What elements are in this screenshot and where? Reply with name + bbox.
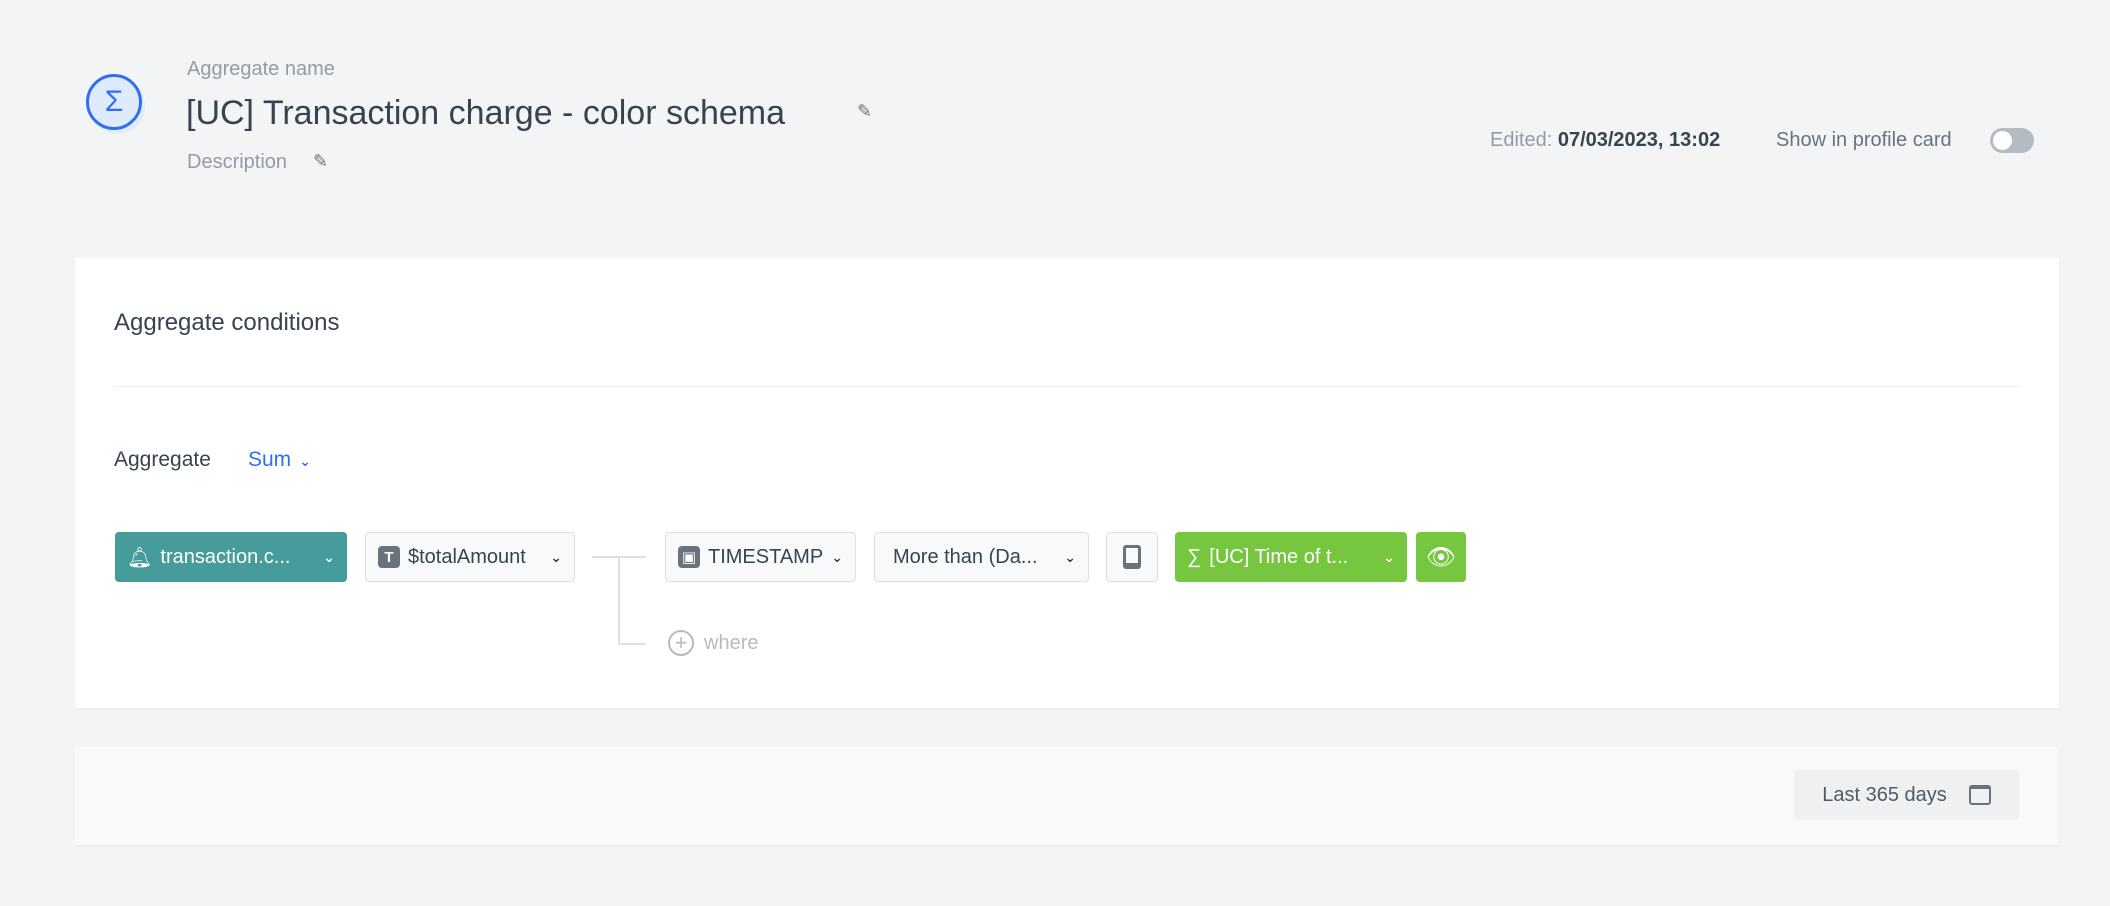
edited-label: Edited: [1490, 129, 1553, 151]
calendar-icon [1968, 785, 1991, 805]
chevron-down-icon: ⌄ [550, 548, 562, 565]
eye-icon: 👁︎ [1425, 543, 1457, 571]
show-in-profile-toggle[interactable] [1990, 128, 2034, 153]
bell-icon: 🔔︎ [127, 546, 153, 569]
date-range-button[interactable]: Last 365 days [1794, 770, 2019, 820]
value-select[interactable]: ∑ [UC] Time of t... ⌄ [1175, 532, 1407, 582]
aggregate-select[interactable]: Sum ⌄ [248, 448, 311, 474]
edit-description-icon[interactable]: ✎ [313, 151, 328, 172]
connector-line [618, 643, 646, 645]
value-type-button[interactable] [1106, 532, 1158, 582]
aggregate-conditions-card [75, 258, 2059, 708]
edited-value: 07/03/2023, 13:02 [1557, 129, 1721, 151]
device-icon [1123, 545, 1141, 569]
edit-title-icon[interactable]: ✎ [857, 101, 872, 122]
event-select[interactable]: 🔔︎ transaction.c... ⌄ [115, 532, 347, 582]
preview-card [75, 747, 2059, 845]
date-range-value: Last 365 days [1822, 783, 1947, 806]
filter-param-value: TIMESTAMP [708, 545, 824, 568]
aggregate-value: Sum [248, 448, 292, 471]
sigma-icon: ∑ [1187, 545, 1202, 568]
connector-line [618, 556, 620, 644]
aggregate-label: Aggregate [114, 448, 211, 471]
where-label: where [704, 631, 759, 654]
add-where-button[interactable]: + where [668, 630, 758, 656]
calendar-type-icon: ▣ [678, 546, 700, 568]
divider [114, 386, 2020, 387]
event-value: transaction.c... [160, 545, 291, 568]
sigma-icon: Σ [86, 74, 142, 130]
chevron-down-icon: ⌄ [323, 548, 335, 565]
page-title: [UC] Transaction charge - color schema [186, 94, 786, 132]
chevron-down-icon: ⌄ [1064, 548, 1076, 565]
section-title: Aggregate conditions [114, 309, 340, 336]
plus-circle-icon: + [668, 630, 694, 656]
parameter-value: $totalAmount [408, 545, 526, 568]
text-type-icon: T [378, 546, 400, 568]
value-value: [UC] Time of t... [1209, 545, 1349, 568]
preview-button[interactable]: 👁︎ [1416, 532, 1466, 582]
aggregate-name-label: Aggregate name [187, 58, 335, 80]
chevron-down-icon: ⌄ [299, 453, 311, 469]
operator-select[interactable]: More than (Da... ⌄ [874, 532, 1089, 582]
chevron-down-icon: ⌄ [1383, 548, 1395, 565]
description-label[interactable]: Description [187, 151, 287, 174]
operator-value: More than (Da... [893, 545, 1038, 568]
show-in-profile-label: Show in profile card [1776, 129, 1952, 151]
parameter-select[interactable]: T $totalAmount ⌄ [365, 532, 575, 582]
chevron-down-icon: ⌄ [831, 548, 843, 565]
filter-param-select[interactable]: ▣ TIMESTAMP ⌄ [665, 532, 856, 582]
